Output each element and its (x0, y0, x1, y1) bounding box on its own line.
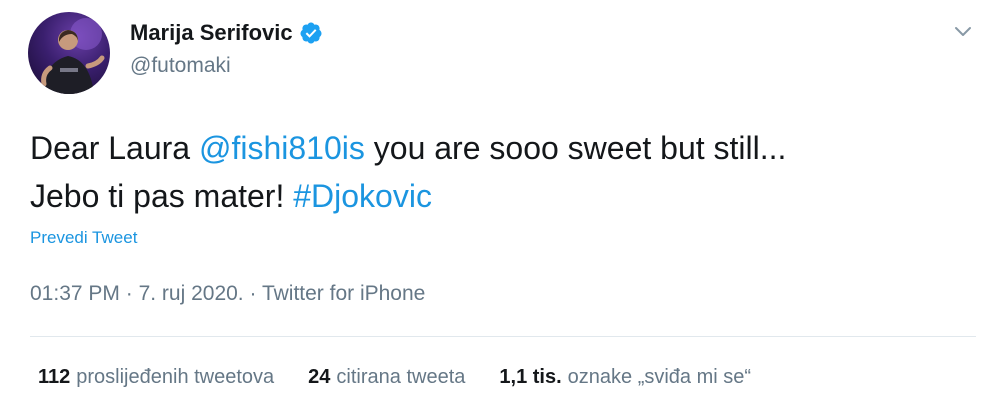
divider (30, 336, 976, 337)
avatar-image (41, 18, 105, 94)
likes-label: oznake „sviđa mi se“ (567, 366, 752, 388)
tweet-date[interactable]: 7. ruj 2020. (139, 282, 244, 305)
mention-link[interactable]: @fishi810is (199, 130, 365, 166)
retweets-stat[interactable]: 112 proslijeđenih tweetova (38, 366, 274, 389)
verified-badge-icon (300, 22, 322, 44)
retweets-count: 112 (38, 366, 71, 388)
chevron-down-icon[interactable] (952, 20, 974, 42)
tweet-text-segment: you are sooo sweet but still... (364, 130, 787, 166)
avatar[interactable] (28, 12, 110, 94)
tweet-text-segment: Jebo ti pas mater! (30, 178, 294, 214)
author-name-row[interactable]: Marija Serifovic (130, 20, 323, 46)
tweet-time[interactable]: 01:37 PM (30, 282, 120, 305)
quotes-count: 24 (308, 366, 331, 388)
quotes-label: citirana tweeta (336, 366, 466, 388)
likes-count: 1,1 tis. (499, 366, 562, 388)
tweet-stats: 112 proslijeđenih tweetova 24 citirana t… (38, 366, 751, 389)
likes-stat[interactable]: 1,1 tis. oznake „sviđa mi se“ (499, 366, 751, 389)
meta-separator: · (119, 282, 139, 305)
tweet-text: Dear Laura @fishi810is you are sooo swee… (30, 124, 970, 220)
display-name[interactable]: Marija Serifovic (130, 20, 293, 46)
tweet-text-segment: Dear Laura (30, 130, 199, 166)
translate-tweet-link[interactable]: Prevedi Tweet (30, 228, 137, 248)
meta-separator: · (243, 282, 262, 305)
retweets-label: proslijeđenih tweetova (76, 366, 275, 388)
author-handle[interactable]: @futomaki (130, 54, 231, 78)
tweet-card: Marija Serifovic @futomaki Dear Laura @f… (0, 0, 1000, 404)
quotes-stat[interactable]: 24 citirana tweeta (308, 366, 465, 389)
tweet-metadata: 01:37 PM · 7. ruj 2020. · Twitter for iP… (30, 282, 425, 306)
tweet-source[interactable]: Twitter for iPhone (262, 282, 425, 305)
hashtag-link[interactable]: #Djokovic (293, 178, 432, 214)
